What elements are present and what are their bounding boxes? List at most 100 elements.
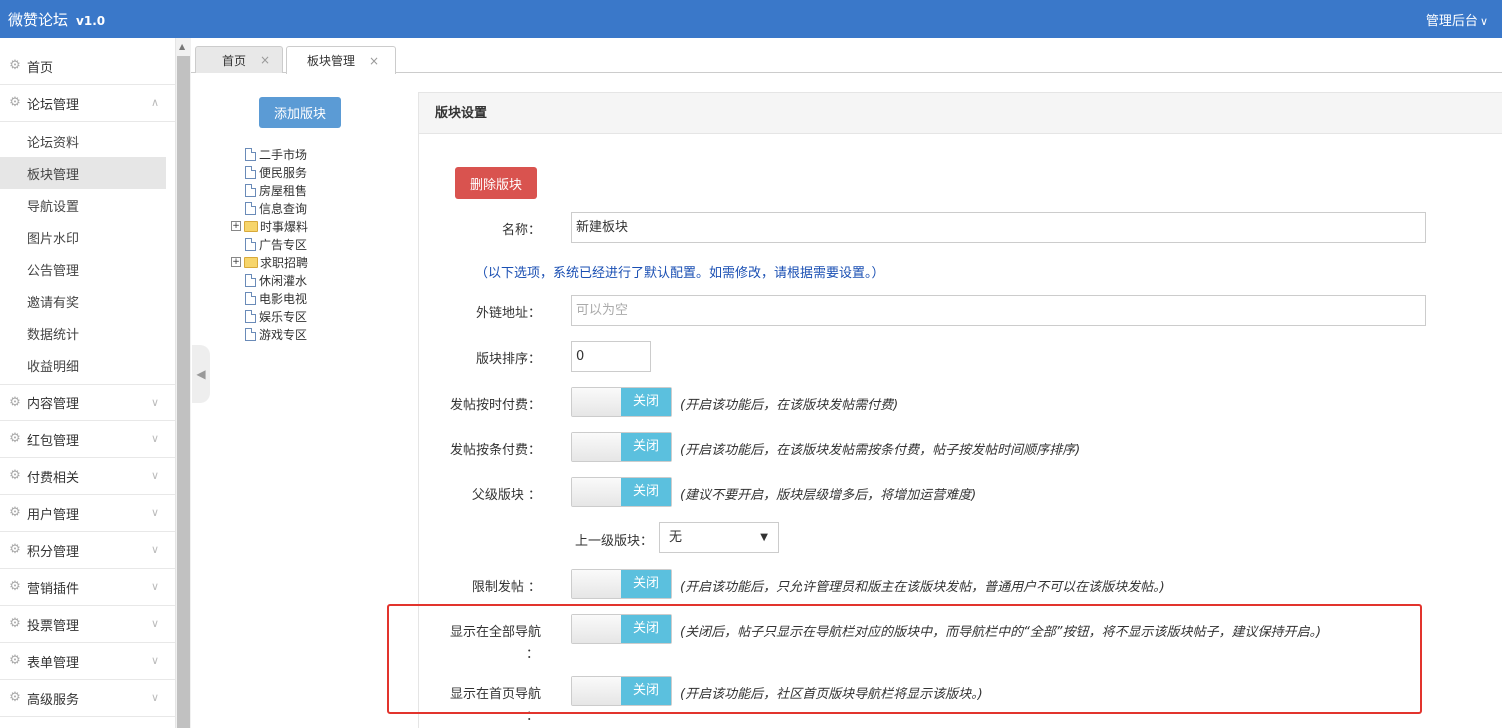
gear-icon: ⚙ [9, 579, 21, 594]
sidebar-item-label: 积分管理 [27, 544, 80, 560]
sidebar-item-redpacket[interactable]: ⚙ 红包管理 ∨ [0, 421, 175, 458]
sidebar-subitem-invite-reward[interactable]: 邀请有奖 [0, 285, 175, 317]
count-pay-toggle[interactable]: 关闭 [571, 432, 672, 462]
sidebar-subitem-watermark[interactable]: 图片水印 [0, 221, 175, 253]
admin-menu[interactable]: 管理后台 ∨ [1426, 10, 1488, 29]
sidebar-item-users[interactable]: ⚙ 用户管理 ∨ [0, 495, 175, 532]
default-config-hint: （以下选项，系统已经进行了默认配置。如需修改，请根据需要设置。） [475, 266, 885, 281]
name-label: 名称： [501, 223, 541, 238]
chevron-down-icon: ∨ [150, 617, 159, 630]
tree-node[interactable]: 娱乐专区 [231, 307, 308, 325]
tree-node[interactable]: 游戏专区 [231, 325, 308, 343]
time-pay-note: (开启该功能后，在该版块发帖需付费) [680, 398, 899, 413]
parent-toggle[interactable]: 关闭 [571, 477, 672, 507]
tree-node[interactable]: + 时事爆料 [231, 217, 308, 235]
sidebar-item-label: 论坛管理 [27, 97, 80, 113]
sidebar-item-advanced[interactable]: ⚙ 高级服务 ∨ [0, 680, 175, 717]
chevron-down-icon: ∨ [150, 396, 159, 409]
sidebar-item-label: 内容管理 [27, 397, 80, 412]
tree-node-label: 休闲灌水 [259, 273, 308, 288]
tree-node[interactable]: 信息查询 [231, 199, 308, 217]
sidebar-item-forum[interactable]: ⚙ 论坛管理 ∧ [0, 85, 175, 122]
gear-icon: ⚙ [9, 653, 21, 668]
sidebar-subitem-revenue[interactable]: 收益明细 [0, 349, 175, 381]
tree-node-label: 广告专区 [259, 237, 308, 252]
sidebar-scrollbar[interactable]: ▲ [176, 38, 191, 728]
sidebar-item-points[interactable]: ⚙ 积分管理 ∨ [0, 532, 175, 569]
tree-node[interactable]: 二手市场 [231, 145, 308, 163]
chevron-left-icon: ◀ [196, 367, 206, 381]
limit-post-note: (开启该功能后，只允许管理员和版主在该版块发帖，普通用户不可以在该版块发帖。) [680, 580, 1165, 595]
gear-icon: ⚙ [9, 690, 21, 705]
tree-node[interactable]: 广告专区 [231, 235, 308, 253]
tree-node[interactable]: 便民服务 [231, 163, 308, 181]
tree-node-label: 房屋租售 [259, 183, 308, 198]
brand-name: 微赞论坛 [8, 11, 69, 29]
annotation-highlight-box [387, 604, 1422, 714]
toggle-knob [572, 478, 622, 506]
add-section-button[interactable]: 添加版块 [259, 97, 341, 128]
sidebar-item-home[interactable]: ⚙ 首页 [0, 48, 175, 85]
select-value: 无 [669, 530, 683, 545]
document-icon [245, 183, 256, 197]
close-icon[interactable]: × [260, 53, 270, 67]
sidebar-subitem-forum-info[interactable]: 论坛资料 [0, 125, 175, 157]
order-input[interactable]: 0 [571, 341, 651, 372]
collapse-sidebar-handle[interactable]: ◀ [192, 345, 210, 403]
brand[interactable]: 微赞论坛 v1.0 [8, 9, 105, 30]
time-pay-label: 发帖按时付费： [449, 398, 541, 413]
gear-icon: ⚙ [9, 616, 21, 631]
sidebar-item-content[interactable]: ⚙ 内容管理 ∨ [0, 384, 175, 421]
dropdown-caret-icon: ▼ [760, 532, 768, 543]
sidebar-item-label: 投票管理 [27, 618, 80, 634]
scroll-up-icon[interactable]: ▲ [179, 42, 185, 51]
scrollbar-thumb[interactable] [177, 56, 190, 728]
delete-section-button[interactable]: 删除版块 [455, 167, 537, 199]
sidebar-item-votes[interactable]: ⚙ 投票管理 ∨ [0, 606, 175, 643]
time-pay-toggle[interactable]: 关闭 [571, 387, 672, 417]
tree-node[interactable]: + 求职招聘 [231, 253, 308, 271]
folder-icon [244, 220, 258, 232]
expand-icon[interactable]: + [231, 257, 241, 267]
link-input[interactable]: 可以为空 [571, 295, 1426, 326]
expand-icon[interactable]: + [231, 221, 241, 231]
limit-post-toggle[interactable]: 关闭 [571, 569, 672, 599]
gear-icon: ⚙ [9, 95, 21, 110]
document-icon [245, 165, 256, 179]
folder-icon [244, 256, 258, 268]
sidebar-subitem-nav-settings[interactable]: 导航设置 [0, 189, 175, 221]
sidebar-subitem-statistics[interactable]: 数据统计 [0, 317, 175, 349]
count-pay-label: 发帖按条付费： [449, 443, 541, 458]
close-icon[interactable]: × [369, 54, 379, 68]
upper-section-select[interactable]: 无 ▼ [659, 522, 779, 553]
document-icon [245, 147, 256, 161]
name-input[interactable]: 新建板块 [571, 212, 1426, 243]
sidebar: ⚙ 首页 ⚙ 论坛管理 ∧ 论坛资料 板块管理 导航设置 图片水印 公告管理 邀… [0, 38, 176, 728]
chevron-down-icon: ∨ [150, 691, 159, 704]
tab-section-manage[interactable]: 板块管理 × [286, 46, 396, 74]
gear-icon: ⚙ [9, 431, 21, 446]
tree-node-label: 信息查询 [259, 201, 308, 216]
sidebar-item-label: 红包管理 [27, 433, 80, 449]
sidebar-item-marketing[interactable]: ⚙ 营销插件 ∨ [0, 569, 175, 606]
tree-node[interactable]: 房屋租售 [231, 181, 308, 199]
tab-home[interactable]: 首页 × [195, 46, 283, 73]
toggle-knob [572, 388, 622, 416]
tree-node[interactable]: 休闲灌水 [231, 271, 308, 289]
toggle-state: 关闭 [621, 570, 671, 598]
tree-node-label: 二手市场 [259, 147, 308, 162]
order-label: 版块排序： [475, 352, 541, 367]
document-icon [245, 201, 256, 215]
document-icon [245, 237, 256, 251]
toggle-knob [572, 570, 622, 598]
sidebar-subitem-announcements[interactable]: 公告管理 [0, 253, 175, 285]
tree-node-label: 便民服务 [259, 165, 308, 180]
tree-node[interactable]: 电影电视 [231, 289, 308, 307]
sidebar-item-payment[interactable]: ⚙ 付费相关 ∨ [0, 458, 175, 495]
sidebar-item-forms[interactable]: ⚙ 表单管理 ∨ [0, 643, 175, 680]
panel-title: 版块设置 [419, 93, 1502, 134]
toggle-state: 关闭 [621, 478, 671, 506]
count-pay-note: (开启该功能后，在该版块发帖需按条付费，帖子按发帖时间顺序排序) [680, 443, 1081, 458]
gear-icon: ⚙ [9, 58, 21, 73]
sidebar-subitem-section-manage[interactable]: 板块管理 [0, 157, 166, 189]
